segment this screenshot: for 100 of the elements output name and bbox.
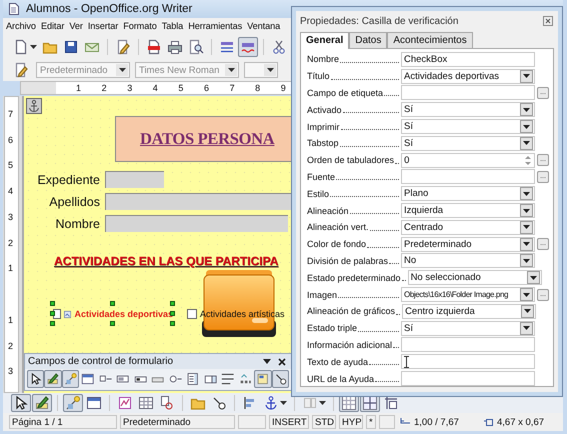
property-label: Fuente bbox=[307, 172, 336, 182]
ruler-number: 5 bbox=[178, 83, 184, 93]
ruler-number: 2 bbox=[102, 83, 108, 93]
dropdown-field[interactable]: Plano bbox=[401, 186, 535, 202]
form-window-button[interactable] bbox=[254, 370, 272, 388]
gridlines-icon bbox=[362, 395, 378, 411]
ruler-number: 3 bbox=[8, 212, 14, 222]
anchor-icon bbox=[26, 98, 42, 114]
window-button[interactable] bbox=[84, 394, 104, 412]
ruler-number: 2 bbox=[8, 238, 14, 248]
wizard-icon bbox=[65, 395, 81, 411]
menu-item[interactable]: Ventana bbox=[247, 21, 280, 31]
pencil-icon bbox=[13, 62, 29, 78]
font-size-dropdown[interactable] bbox=[244, 62, 278, 78]
dropdown-field[interactable]: Sí bbox=[401, 102, 535, 118]
dropdown-field[interactable]: Izquierda bbox=[401, 203, 535, 218]
design-icon bbox=[34, 395, 50, 411]
selection-handle[interactable] bbox=[50, 321, 55, 326]
table-button[interactable] bbox=[136, 394, 156, 412]
wavy-underline-button[interactable] bbox=[238, 36, 258, 56]
property-label: Imagen bbox=[307, 290, 338, 300]
menu-item[interactable]: Ver bbox=[69, 21, 83, 31]
section-heading: ACTIVIDADES EN LAS QUE PARTICIPA bbox=[54, 254, 278, 268]
page-icon bbox=[13, 38, 29, 54]
property-label: Estilo bbox=[307, 188, 330, 199]
selection-handle[interactable] bbox=[50, 311, 55, 316]
window-title: Alumnos - OpenOffice.org Writer bbox=[26, 3, 192, 15]
selection-handle[interactable] bbox=[110, 321, 115, 326]
ruler-number: 9 bbox=[280, 83, 287, 93]
property-label: URL de la Ayuda bbox=[307, 374, 374, 384]
menu-item[interactable]: Editar bbox=[40, 21, 64, 31]
caret-icon bbox=[30, 44, 37, 48]
status-cell bbox=[238, 415, 266, 429]
input-field[interactable] bbox=[401, 169, 535, 184]
ruler-number: 3 bbox=[8, 366, 14, 376]
menu-item[interactable]: Archivo bbox=[6, 21, 36, 31]
pointer-button[interactable] bbox=[27, 370, 44, 388]
property-label: Texto de ayuda bbox=[307, 356, 368, 367]
dropdown-field[interactable]: Sí bbox=[401, 320, 535, 336]
tab[interactable]: Acontecimientos bbox=[387, 32, 473, 48]
input-field[interactable] bbox=[401, 85, 535, 100]
chart-icon bbox=[117, 395, 133, 411]
property-label: Orden de tabuladores bbox=[307, 155, 394, 166]
design-button[interactable] bbox=[32, 394, 52, 412]
dropdown-field[interactable]: Predeterminado bbox=[401, 236, 535, 252]
dropdown-field[interactable]: Objects\16x16\Folder Image.png bbox=[401, 287, 535, 302]
dropdown-field[interactable]: Centro izquierda bbox=[402, 304, 536, 319]
menu-item[interactable]: Insertar bbox=[88, 21, 118, 31]
tab[interactable]: General bbox=[300, 32, 350, 49]
checkbox-label[interactable]: Actividades deportivas bbox=[74, 309, 173, 319]
dropdown-field[interactable]: Centrado bbox=[401, 220, 535, 235]
status-text: STD bbox=[315, 416, 334, 428]
link-icon bbox=[159, 395, 175, 411]
property-label: Activado bbox=[307, 104, 342, 115]
dropdown-field[interactable]: Sí bbox=[401, 136, 535, 151]
input-field[interactable] bbox=[401, 371, 535, 386]
ruler-number: 7 bbox=[8, 109, 14, 119]
selection-handle[interactable] bbox=[110, 301, 115, 306]
pointer-button[interactable] bbox=[11, 394, 31, 412]
checkbox[interactable] bbox=[187, 309, 197, 319]
spin-field[interactable]: 0 bbox=[401, 152, 536, 168]
ruler-number: 2 bbox=[8, 340, 14, 351]
lines-icon bbox=[221, 371, 235, 387]
selection-handle[interactable] bbox=[170, 321, 175, 326]
property-label: Alineación de gráficos bbox=[307, 306, 396, 316]
menu-item[interactable]: Herramientas bbox=[188, 21, 242, 31]
grid-icon bbox=[341, 395, 357, 411]
close-icon[interactable] bbox=[278, 358, 286, 366]
status-text: 4,67 x 0,67 bbox=[497, 416, 544, 428]
preview-icon bbox=[188, 38, 204, 54]
caret-icon bbox=[319, 401, 326, 405]
menu-item[interactable]: Tabla bbox=[162, 21, 184, 31]
close-icon[interactable] bbox=[543, 16, 553, 26]
ruler-number: 8 bbox=[255, 83, 262, 93]
selection-handle[interactable] bbox=[50, 301, 55, 306]
input-field[interactable] bbox=[401, 354, 535, 370]
field-label: Nombre bbox=[54, 216, 100, 230]
design-button[interactable] bbox=[44, 370, 62, 388]
property-label: División de palabras bbox=[307, 256, 388, 266]
status-text: Página 1 / 1 bbox=[12, 416, 63, 428]
dropdown-field[interactable]: Sí bbox=[401, 119, 535, 134]
text-field[interactable] bbox=[105, 171, 164, 188]
ruler-number: 1 bbox=[8, 315, 14, 325]
checkbox-label[interactable]: Actividades artísticas bbox=[200, 309, 285, 319]
text-field[interactable] bbox=[105, 215, 288, 232]
dropdown-field[interactable]: No bbox=[401, 253, 535, 268]
window-icon bbox=[86, 395, 102, 411]
caret-icon[interactable] bbox=[263, 359, 271, 364]
dropdown-field[interactable]: No seleccionado bbox=[408, 270, 542, 286]
input-field[interactable] bbox=[401, 337, 535, 352]
selection-handle[interactable] bbox=[170, 301, 175, 306]
input-field[interactable]: CheckBox bbox=[401, 52, 535, 67]
form-window-icon bbox=[256, 371, 270, 387]
tab[interactable]: Datos bbox=[349, 32, 388, 48]
form-title: DATOS PERSONA bbox=[140, 129, 274, 149]
wizard-button[interactable] bbox=[62, 370, 80, 388]
dropdown-field[interactable]: Actividades deportivas bbox=[401, 68, 535, 84]
focus-button[interactable] bbox=[272, 370, 290, 388]
property-label: Alineación vert. bbox=[307, 222, 369, 232]
menu-item[interactable]: Formato bbox=[123, 21, 157, 31]
